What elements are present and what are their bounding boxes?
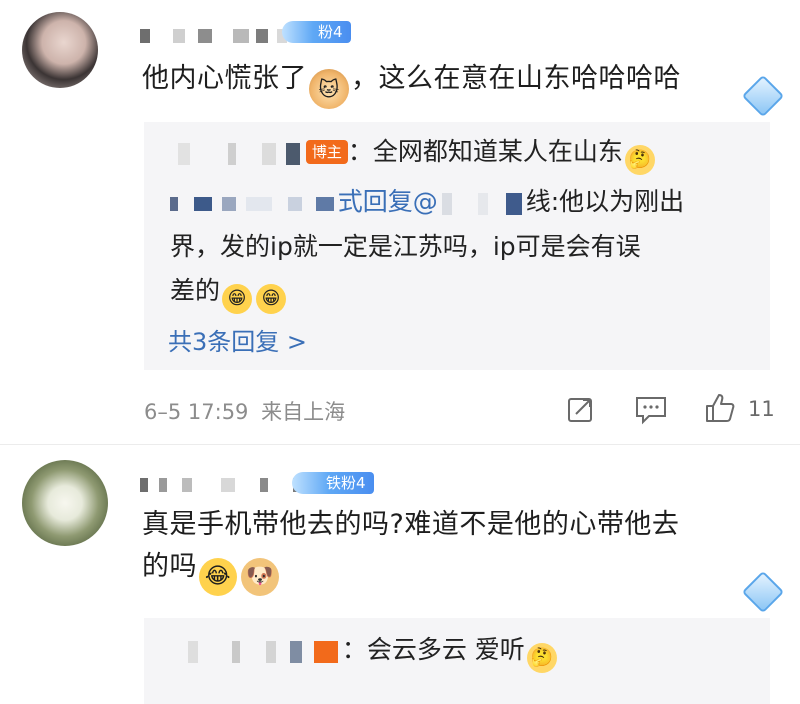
sub-reply-text-3: 差的 xyxy=(170,276,221,305)
reply-username-mosaic xyxy=(170,181,338,225)
share-icon[interactable] xyxy=(566,394,596,424)
thinking-emoji-icon: 🤔 xyxy=(526,643,557,673)
cat-emoji-icon: 🐱 xyxy=(309,69,349,109)
timestamp: 6–5 17:59 xyxy=(144,400,249,424)
username-mosaic[interactable] xyxy=(140,474,310,500)
thinking-emoji-icon: 🤔 xyxy=(624,145,655,175)
grin-emoji-icon-2: 😁 xyxy=(256,284,287,314)
username-mosaic[interactable] xyxy=(140,25,290,55)
fan-badge-label: 粉4 xyxy=(318,23,343,41)
comment-meta: 6–5 17:59 来自上海 xyxy=(144,396,345,426)
comment-divider xyxy=(0,444,800,445)
crying-laugh-emoji-icon: 😂 xyxy=(199,558,237,596)
reply-text: ：会云多云 爱听 xyxy=(341,635,525,664)
reply[interactable]: ：会云多云 爱听 🤔 xyxy=(188,628,768,673)
comment-text-part-2: ，这么在意在山东哈哈哈哈 xyxy=(351,63,681,94)
sub-reply-text-1: 线:他以为刚出 xyxy=(525,187,685,216)
like-count: 11 xyxy=(748,397,775,421)
comment-text-line-1: 真是手机带他去的吗?难道不是他的心带他去 xyxy=(142,509,680,540)
grin-emoji-icon: 😁 xyxy=(222,284,253,314)
user-avatar[interactable] xyxy=(22,460,108,546)
comment-text: 他内心慌张了 🐱 ，这么在意在山东哈哈哈哈 xyxy=(142,58,782,109)
host-badge: 博主 xyxy=(305,140,348,164)
fan-badge: 粉4 xyxy=(282,21,351,43)
comment-text: 真是手机带他去的吗?难道不是他的心带他去 的吗 😂 🐶 xyxy=(142,504,782,596)
user-avatar[interactable] xyxy=(22,12,98,88)
host-reply[interactable]: 博主 ：全网都知道某人在山东 🤔 xyxy=(178,130,778,175)
sub-reply-text-2: 界，发的ip就一定是江苏吗，ip可是会有误 xyxy=(170,232,641,261)
host-reply-text: ：全网都知道某人在山东 xyxy=(347,137,623,166)
fan-badge: 铁粉4 xyxy=(292,472,374,494)
mention-mosaic xyxy=(441,181,522,225)
reply-mention-prefix[interactable]: 式回复@ xyxy=(338,187,438,216)
comment-text-line-2: 的吗 xyxy=(142,551,197,582)
doge-emoji-icon: 🐶 xyxy=(241,558,279,596)
thumbs-up-icon[interactable] xyxy=(704,392,736,424)
sub-reply[interactable]: 式回复@ 线:他以为刚出 界，发的ip就一定是江苏吗，ip可是会有误 差的 😁 😁 xyxy=(170,180,770,314)
comment-icon[interactable] xyxy=(634,394,668,426)
location-source: 来自上海 xyxy=(261,400,346,424)
more-replies-link[interactable]: 共3条回复 > xyxy=(168,322,307,357)
comment-text-part-1: 他内心慌张了 xyxy=(142,63,307,94)
fan-badge-label: 铁粉4 xyxy=(326,474,366,492)
host-username-mosaic xyxy=(178,131,300,175)
reply-username-mosaic xyxy=(188,629,338,673)
